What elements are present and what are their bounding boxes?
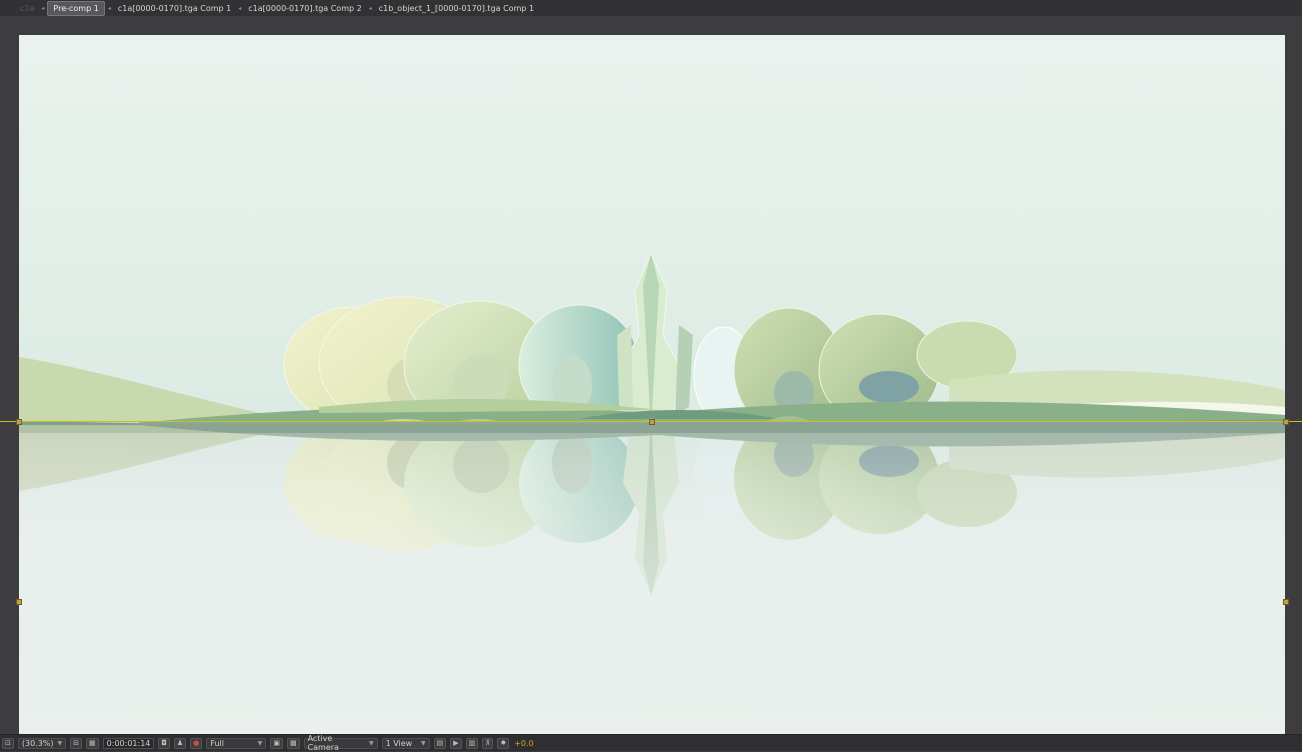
view-layout-dropdown[interactable]: 1 View ▼	[381, 737, 430, 749]
chevron-down-icon: ▼	[257, 739, 263, 747]
layer-handle[interactable]	[16, 599, 22, 605]
chevron-down-icon: ▼	[368, 739, 374, 747]
channel-icon[interactable]: ●	[190, 737, 203, 749]
exposure-value[interactable]: +0.0	[514, 739, 533, 748]
breadcrumb-separator-icon: ◂	[107, 4, 111, 12]
snapshot-icon[interactable]: ◘	[158, 737, 170, 749]
composition-breadcrumb-bar: c1a ◂ Pre-comp 1 ◂ c1a[0000-0170].tga Co…	[0, 0, 1302, 17]
breadcrumb-comp-2[interactable]: c1a[0000-0170].tga Comp 2	[244, 2, 365, 15]
breadcrumb-object-comp-1[interactable]: c1b_object_1_[0000-0170].tga Comp 1	[375, 2, 538, 15]
camera-dropdown[interactable]: Active Camera ▼	[303, 734, 378, 752]
viewer-toolbar: ⊡ (30.3%) ▼ ⊟ ▦ 0:00:01:14 ◘ ♟ ● Full ▼ …	[0, 734, 1302, 752]
layer-handle[interactable]	[16, 419, 22, 425]
view-layout-value: 1 View	[385, 738, 413, 748]
camera-value: Active Camera	[307, 734, 339, 752]
show-snapshot-icon[interactable]: ♟	[173, 737, 187, 749]
resolution-value: Full	[210, 738, 224, 748]
breadcrumb-separator-icon: ◂	[41, 4, 45, 12]
breadcrumb-pre-comp-1[interactable]: Pre-comp 1	[47, 0, 105, 16]
fast-preview-icon[interactable]: ▶	[450, 737, 462, 749]
current-time-field[interactable]: 0:00:01:14	[102, 737, 155, 749]
breadcrumb-separator-icon: ◂	[238, 4, 242, 12]
reset-exposure-icon[interactable]: ✸	[497, 737, 510, 749]
layer-handle[interactable]	[1283, 419, 1289, 425]
target-region-icon[interactable]: ▣	[270, 737, 283, 749]
transparency-grid-icon[interactable]: ▦	[86, 737, 99, 749]
scene-upper	[19, 251, 1285, 433]
toggle-pixel-aspect-icon[interactable]: ▤	[433, 737, 447, 749]
magnification-dropdown[interactable]: (30.3%) ▼	[17, 737, 67, 749]
breadcrumb-separator-icon: ◂	[368, 4, 372, 12]
layer-anchor-handle[interactable]	[649, 419, 655, 425]
composition-canvas[interactable]	[19, 35, 1285, 746]
magnification-value: (30.3%)	[21, 738, 54, 748]
layer-handle[interactable]	[1283, 599, 1289, 605]
chevron-down-icon: ▼	[57, 739, 63, 747]
chevron-down-icon: ▼	[420, 739, 426, 747]
timeline-icon[interactable]: ▥	[465, 737, 479, 749]
resolution-dropdown[interactable]: Full ▼	[206, 737, 267, 749]
composition-viewer	[0, 16, 1302, 746]
flowchart-icon[interactable]: ⊼	[482, 737, 494, 749]
breadcrumb-comp-1[interactable]: c1a[0000-0170].tga Comp 1	[114, 2, 235, 15]
breadcrumb-c1a[interactable]: c1a	[16, 2, 38, 15]
rendered-frame	[19, 251, 1285, 623]
always-preview-icon[interactable]: ⊡	[2, 737, 14, 749]
region-of-interest-icon[interactable]: ⊟	[70, 737, 83, 749]
checkerboard-icon[interactable]: ▩	[286, 737, 300, 749]
